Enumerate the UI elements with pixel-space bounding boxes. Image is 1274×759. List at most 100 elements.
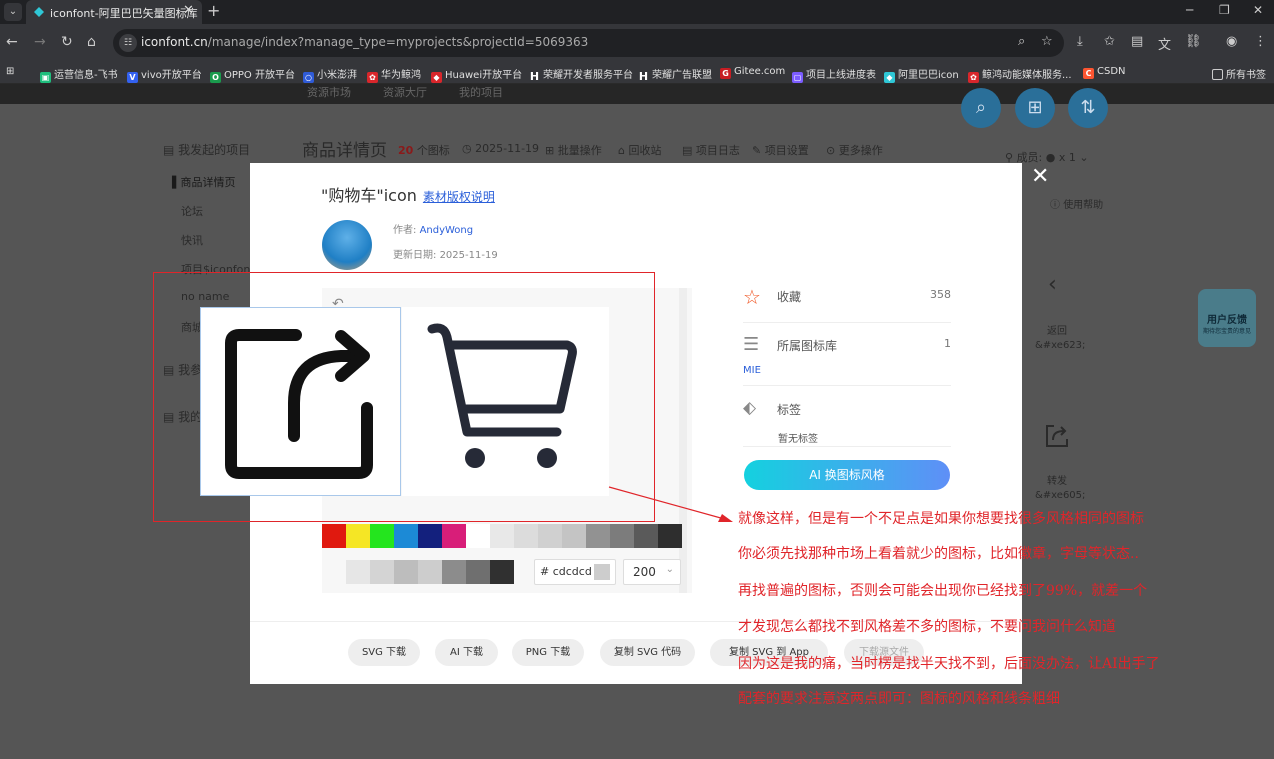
site-info-icon[interactable]: ☷ [119, 34, 137, 52]
zoom-icon[interactable]: ⌕ [1018, 34, 1025, 49]
tab-iconfont[interactable]: iconfont-阿里巴巴矢量图标库 ✕ [26, 0, 202, 24]
bookmark-star-icon[interactable]: ☆ [1041, 34, 1053, 49]
license-link[interactable]: 素材版权说明 [423, 190, 495, 204]
bookmark-vivo[interactable]: Vvivo开放平台 [127, 66, 202, 83]
top-tab-hall[interactable]: 资源大厅 [383, 84, 427, 100]
bookmark-feishu[interactable]: ▣ 运营信息-飞书 [40, 66, 118, 83]
bookmark-gitee[interactable]: G Gitee.com [720, 66, 785, 79]
palette2-swatch-5[interactable] [466, 560, 490, 584]
bookmark-schedule[interactable]: ▢ 项目上线进度表 [792, 66, 876, 83]
translate-icon[interactable]: 文 [1158, 34, 1171, 53]
bookmark-xiaomi[interactable]: ○ 小米澎湃 [303, 66, 357, 83]
add-folder-circle-icon[interactable]: ⊞ [1015, 88, 1055, 128]
bookmark-honor-dev[interactable]: H 荣耀开发者服务平台 [529, 66, 633, 82]
sidebar-item-active[interactable]: ▌商品详情页 [172, 174, 235, 190]
hex-color-input[interactable]: # cdcdcd [534, 559, 616, 585]
palette1-swatch-12[interactable] [610, 524, 634, 548]
palette1-swatch-14[interactable] [658, 524, 682, 548]
restore-icon[interactable]: ❐ [1219, 3, 1230, 17]
palette1-swatch-10[interactable] [562, 524, 586, 548]
annotation-line-5: 因为这是我的痛，当时楞是找半天找不到，后面没办法，让AI出手了 [738, 656, 1160, 672]
apps-icon[interactable]: ⊞ [6, 66, 14, 77]
star-outline-icon[interactable]: ☆ [743, 285, 761, 309]
project-settings-button[interactable]: ✎ 项目设置 [752, 142, 809, 158]
favorite-label: 收藏 [777, 290, 802, 304]
search-circle-icon[interactable]: ⌕ [961, 88, 1001, 128]
ai-download-button[interactable]: AI 下载 [435, 639, 498, 666]
palette2-swatch-1[interactable] [370, 560, 394, 584]
back-arrow-icon[interactable]: ‹ [1048, 272, 1057, 297]
palette1-swatch-0[interactable] [322, 524, 346, 548]
iconfont-favicon-icon [34, 7, 44, 17]
library-name-link[interactable]: MIE [743, 365, 761, 376]
palette1-swatch-5[interactable] [442, 524, 466, 548]
palette1-swatch-1[interactable] [346, 524, 370, 548]
palette1-swatch-4[interactable] [418, 524, 442, 548]
share-link-icon[interactable]: ⛓ [1185, 34, 1202, 49]
palette2-swatch-4[interactable] [442, 560, 466, 584]
palette1-swatch-9[interactable] [538, 524, 562, 548]
palette1-swatch-6[interactable] [466, 524, 490, 548]
bookmark-csdn[interactable]: C CSDN [1083, 66, 1126, 79]
author-avatar[interactable] [322, 220, 372, 270]
palette1-swatch-7[interactable] [490, 524, 514, 548]
palette1-swatch-8[interactable] [514, 524, 538, 548]
author-link[interactable]: AndyWong [420, 225, 474, 236]
favorite-row[interactable]: ☆ 收藏 358 [743, 285, 951, 315]
bookmark-alibaba-icon[interactable]: ◆ 阿里巴巴icon [884, 66, 959, 83]
palette1-swatch-2[interactable] [370, 524, 394, 548]
batch-action-button[interactable]: ⊞ 批量操作 [545, 142, 602, 158]
tag-label: 标签 [777, 403, 802, 417]
home-icon[interactable]: ⌂ [87, 34, 96, 50]
reload-icon[interactable]: ↻ [61, 34, 73, 50]
ai-restyle-button[interactable]: AI 换图标风格 [744, 460, 950, 490]
back-icon[interactable]: ← [6, 34, 18, 50]
bookmark-huawei-open[interactable]: ◆ Huawei开放平台 [431, 66, 522, 83]
forward-icon[interactable]: → [34, 34, 46, 50]
palette2-swatch-2[interactable] [394, 560, 418, 584]
new-tab-icon[interactable]: + [207, 1, 220, 20]
size-select[interactable]: 200 ⌄ [623, 559, 681, 585]
palette2-swatch-6[interactable] [490, 560, 514, 584]
bookmark-whale-media[interactable]: ✿ 鲸鸿动能媒体服务... [968, 66, 1072, 83]
favorites-icon[interactable]: ✩ [1104, 34, 1115, 49]
sidebar-head-my-projects: ▤ 我发起的项目 [163, 143, 251, 157]
more-actions-button[interactable]: ⊙ 更多操作 [826, 142, 883, 158]
palette1-swatch-11[interactable] [586, 524, 610, 548]
palette2-swatch-0[interactable] [346, 560, 370, 584]
top-tab-my-projects[interactable]: 我的项目 [459, 84, 503, 100]
tab-close-icon[interactable]: ✕ [183, 3, 194, 18]
library-list-icon: ☰ [743, 334, 760, 355]
recycle-bin-button[interactable]: ⌂ 回收站 [618, 142, 661, 158]
palette1-swatch-13[interactable] [634, 524, 658, 548]
annotation-line-1: 就像这样，但是有一个不足点是如果你想要找很多风格相同的图标 [738, 511, 1144, 527]
palette1-swatch-3[interactable] [394, 524, 418, 548]
sidebar-item-forum[interactable]: 论坛 [181, 203, 203, 219]
tag-icon: ⬖ [743, 398, 757, 418]
address-bar[interactable]: ☷ iconfont.cn/manage/index?manage_type=m… [113, 29, 1064, 57]
bookmark-huawei-whale[interactable]: ✿ 华为鲸鸿 [367, 66, 421, 83]
sort-circle-icon[interactable]: ⇅ [1068, 88, 1108, 128]
profile-icon[interactable]: ◉ [1226, 34, 1237, 49]
png-download-button[interactable]: PNG 下载 [512, 639, 584, 666]
menu-icon[interactable]: ⋮ [1254, 34, 1267, 49]
help-link[interactable]: ⓘ 使用帮助 [1050, 196, 1103, 211]
svg-download-button[interactable]: SVG 下载 [348, 639, 420, 666]
all-bookmarks[interactable]: 所有书签 [1212, 66, 1266, 81]
user-feedback-widget[interactable]: 用户反馈 期待您宝贵的意见 [1198, 289, 1256, 347]
reading-list-icon[interactable]: ▤ [1131, 34, 1143, 49]
minimize-icon[interactable]: ─ [1186, 3, 1193, 17]
chevron-down-icon: ⌄ [665, 564, 674, 575]
window-close-icon[interactable]: ✕ [1253, 3, 1263, 17]
project-log-button[interactable]: ▤ 项目日志 [682, 142, 740, 158]
top-tab-market[interactable]: 资源市场 [307, 84, 351, 100]
download-icon[interactable]: ⤓ [1077, 34, 1083, 49]
bookmark-oppo[interactable]: O OPPO 开放平台 [210, 66, 295, 83]
modal-close-icon[interactable]: ✕ [1031, 164, 1049, 189]
bookmark-honor-ads[interactable]: H 荣耀广告联盟 [638, 66, 712, 82]
forward-share-icon[interactable] [1044, 423, 1070, 449]
tab-search-icon[interactable]: ⌄ [4, 3, 22, 21]
sidebar-item-news[interactable]: 快讯 [181, 232, 203, 248]
copy-svg-code-button[interactable]: 复制 SVG 代码 [600, 639, 695, 666]
palette2-swatch-3[interactable] [418, 560, 442, 584]
